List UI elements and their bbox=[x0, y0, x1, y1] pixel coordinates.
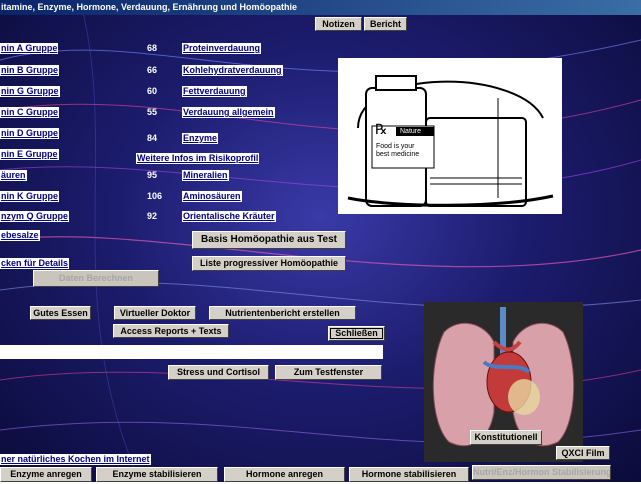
link-oriental-herbs[interactable]: Orientalische Kräuter bbox=[182, 211, 276, 222]
text-input[interactable] bbox=[0, 345, 383, 359]
vitamin-label-a[interactable]: nin A Gruppe bbox=[0, 43, 59, 54]
vitamin-value-c: 55 bbox=[147, 107, 158, 117]
link-digestion-general[interactable]: Verdauung allgemein bbox=[182, 107, 275, 118]
acids-label[interactable]: äuren bbox=[0, 170, 27, 181]
cell-salts-label[interactable]: ebesalze bbox=[0, 230, 40, 241]
close-button[interactable]: Schließen bbox=[328, 326, 385, 341]
vitamin-label-c[interactable]: nin C Gruppe bbox=[0, 107, 59, 118]
jar-illustration bbox=[347, 75, 554, 207]
vitamin-value-b: 66 bbox=[147, 65, 158, 75]
link-risk-profile[interactable]: Weitere Infos im Risikoprofil bbox=[136, 153, 260, 164]
hormone-stimulate-button[interactable]: Hormone anregen bbox=[224, 467, 345, 482]
vitamin-label-g[interactable]: nin G Gruppe bbox=[0, 86, 60, 97]
hormone-stabilize-button[interactable]: Hormone stabilisieren bbox=[349, 467, 469, 482]
vitamin-value-g: 60 bbox=[147, 86, 158, 96]
access-reports-button[interactable]: Access Reports + Texts bbox=[113, 324, 229, 338]
vitamin-label-e[interactable]: nin E Gruppe bbox=[0, 149, 59, 160]
window-title: itamine, Enzyme, Hormone, Verdauung, Ern… bbox=[0, 0, 641, 15]
progressive-homeopathy-button[interactable]: Liste progressiver Homöopathie bbox=[192, 256, 346, 271]
test-window-button[interactable]: Zum Testfenster bbox=[275, 365, 382, 380]
basis-homeopathy-button[interactable]: Basis Homöopathie aus Test bbox=[192, 231, 346, 249]
enzyme-stimulate-button[interactable]: Enzyme anregen bbox=[0, 467, 92, 482]
vitamin-value-k: 106 bbox=[147, 191, 163, 201]
enzyme-q-value: 92 bbox=[147, 211, 158, 221]
good-food-button[interactable]: Gutes Essen bbox=[30, 306, 91, 320]
stress-cortisol-button[interactable]: Stress und Cortisol bbox=[168, 365, 269, 380]
link-enzymes[interactable]: Enzyme bbox=[182, 133, 219, 144]
notes-button[interactable]: Notizen bbox=[315, 17, 362, 31]
enzyme-stabilize-button[interactable]: Enzyme stabilisieren bbox=[96, 467, 218, 482]
nutrient-report-button[interactable]: Nutrientenbericht erstellen bbox=[209, 306, 356, 320]
vitamin-value-a: 68 bbox=[147, 43, 158, 53]
enzyme-q-label[interactable]: nzym Q Gruppe bbox=[0, 211, 70, 222]
details-label[interactable]: cken für Details bbox=[0, 258, 70, 269]
vitamin-label-k[interactable]: nin K Gruppe bbox=[0, 191, 59, 202]
vitamin-label-b[interactable]: nin B Gruppe bbox=[0, 65, 59, 76]
constitutional-button[interactable]: Konstitutionell bbox=[470, 430, 542, 445]
compute-data-button[interactable]: Daten Berechnen bbox=[33, 270, 159, 287]
vitamin-value-d: 84 bbox=[147, 133, 158, 143]
nature-badge: Nature bbox=[400, 128, 422, 135]
food-caption: Food is your best medicine bbox=[376, 143, 420, 158]
nutri-enz-hormone-stabilize-button[interactable]: Nutri/Enz/Hormon Stabilisierung bbox=[472, 465, 611, 480]
acids-value: 95 bbox=[147, 170, 158, 180]
qxci-film-button[interactable]: QXCI Film bbox=[556, 446, 610, 460]
vitamin-label-d[interactable]: nin D Gruppe bbox=[0, 128, 59, 139]
natural-cooking-label[interactable]: ner natürliches Kochen im Internet bbox=[0, 454, 151, 465]
link-protein-digestion[interactable]: Proteinverdauung bbox=[182, 43, 262, 54]
rx-symbol: ℞ bbox=[375, 122, 388, 138]
virtual-doctor-button[interactable]: Virtueller Doktor bbox=[114, 306, 196, 320]
link-amino-acids[interactable]: Aminosäuren bbox=[182, 191, 242, 202]
link-carb-digestion[interactable]: Kohlehydratverdauung bbox=[182, 65, 283, 76]
link-minerals[interactable]: Mineralien bbox=[182, 170, 229, 181]
food-medicine-image: ℞ Nature Food is your best medicine bbox=[338, 58, 562, 214]
report-button[interactable]: Bericht bbox=[364, 17, 407, 31]
link-fat-digestion[interactable]: Fettverdauung bbox=[182, 86, 247, 97]
